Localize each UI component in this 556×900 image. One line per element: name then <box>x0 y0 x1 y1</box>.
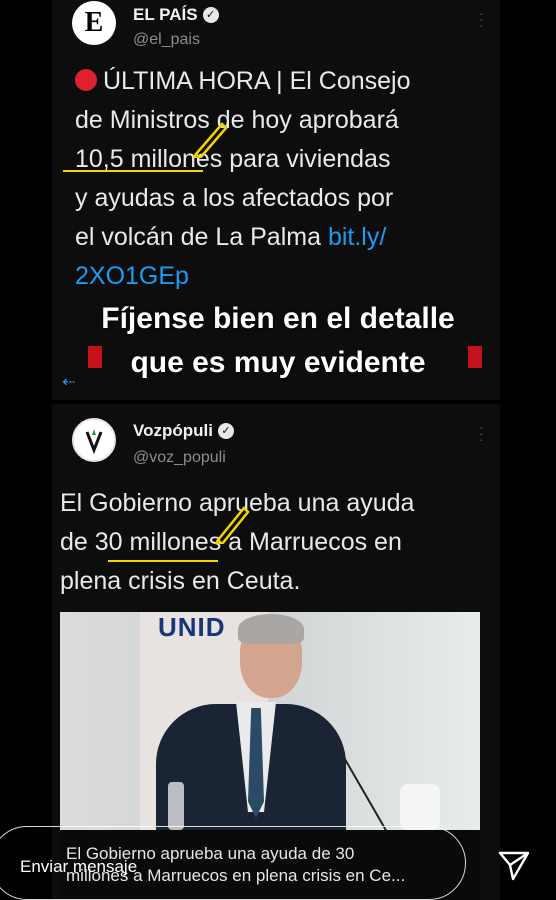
red-mark-icon <box>468 346 482 368</box>
pencil-icon <box>214 506 250 544</box>
tweet-text-line: El Gobierno aprueba una ayuda <box>60 489 415 517</box>
tweet-text-line: plena crisis en Ceuta. <box>60 567 301 595</box>
image-banner-text: UNID <box>158 612 226 642</box>
tweet-text-line: 10,5 millones para viviendas <box>75 145 391 173</box>
pencil-icon <box>192 122 228 158</box>
red-mark-icon <box>88 346 102 368</box>
account-handle: @voz_populi <box>133 449 226 466</box>
tweet-text-line: ÚLTIMA HORA | El Consejo <box>103 67 411 95</box>
vozpopuli-logo-icon <box>85 429 103 454</box>
account-name[interactable]: EL PAÍS ✓ <box>133 5 219 25</box>
avatar[interactable]: E <box>72 1 116 45</box>
person-hair <box>238 614 304 644</box>
verified-icon: ✓ <box>202 7 219 23</box>
overlay-text: Fíjense bien en el detalle <box>101 302 455 335</box>
water-bottle <box>168 782 184 830</box>
account-name[interactable]: Vozpópuli ✓ <box>133 421 234 441</box>
paper-plane-icon[interactable] <box>497 848 531 882</box>
avatar[interactable] <box>72 418 116 462</box>
highlight-underline <box>63 170 203 172</box>
water-jug <box>400 784 440 830</box>
tweet-text-line: y ayudas a los afectados por <box>75 184 394 212</box>
account-name-label: Vozpópuli <box>133 421 213 440</box>
account-handle: @el_pais <box>133 31 200 48</box>
account-name-label: EL PAÍS <box>133 5 198 24</box>
more-options-icon[interactable]: · · · <box>479 420 484 446</box>
tweet-text: ÚLTIMA HORA | El Consejo de Ministros de… <box>75 62 495 296</box>
highlight-underline <box>108 560 218 562</box>
red-circle-icon <box>75 69 97 91</box>
back-arrow-icon[interactable]: ⇠ <box>62 372 75 392</box>
more-options-icon[interactable]: · · · <box>479 6 484 32</box>
tweet-link[interactable]: 2XO1GEp <box>75 257 495 296</box>
tweet-text-line: el volcán de La Palma <box>75 223 328 251</box>
tweet-text: El Gobierno aprueba una ayuda de 30 mill… <box>60 484 480 601</box>
verified-icon: ✓ <box>217 423 234 439</box>
tweet-text-line: de Ministros de hoy aprobará <box>75 106 399 134</box>
tweet-link[interactable]: bit.ly/ <box>328 223 386 251</box>
tweet-image[interactable]: UNID <box>60 612 480 830</box>
message-placeholder: Enviar mensaje <box>20 857 138 876</box>
tweet-text-line: de 30 millones a Marruecos en <box>60 528 402 556</box>
